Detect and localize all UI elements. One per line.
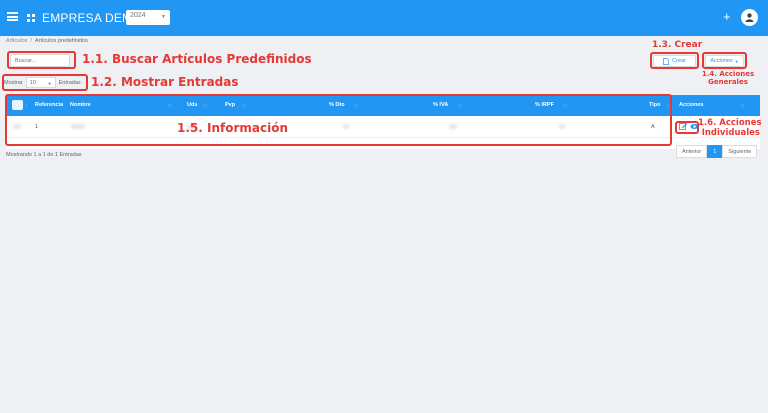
col-referencia[interactable]: Referencia: [35, 102, 63, 108]
chevron-down-icon: ▼: [47, 81, 52, 86]
user-icon: [745, 13, 754, 22]
breadcrumb-root[interactable]: Artículos: [6, 38, 27, 44]
annotation-row-actions-line2: Individuales: [701, 128, 760, 138]
next-page-button[interactable]: Siguiente: [722, 145, 758, 158]
table-header: ↑ Referencia Nombre ↑↓ Uds ↑↓ Pvp ↑↓ % D…: [7, 95, 760, 116]
breadcrumb-current: Artículos predefinidos: [34, 38, 88, 44]
chevron-down-icon: ▼: [734, 58, 739, 64]
sort-icon[interactable]: ↑: [25, 103, 28, 109]
entries-select[interactable]: 10 ▼: [25, 77, 56, 88]
sort-icon[interactable]: ↑↓: [203, 103, 208, 109]
col-acciones: Acciones: [679, 102, 704, 108]
annotation-info: 1.5. Información: [177, 121, 288, 135]
col-pvp[interactable]: Pvp: [225, 102, 235, 108]
col-dto[interactable]: % Dto: [329, 102, 345, 108]
row-checkbox[interactable]: [13, 124, 21, 129]
cell-iva-redacted: [449, 124, 457, 129]
col-iva[interactable]: % IVA: [433, 102, 448, 108]
actions-dropdown[interactable]: Acciones ▼: [705, 55, 744, 67]
edit-icon[interactable]: [679, 122, 688, 131]
annotation-row-actions: 1.6. Acciones Individuales: [698, 118, 762, 138]
avatar[interactable]: [741, 9, 758, 26]
entries-value: 10: [29, 80, 36, 86]
entries-suffix: Entradas: [58, 79, 81, 86]
sort-icon[interactable]: ↑↓: [457, 103, 462, 109]
cell-tipo: A: [651, 124, 655, 130]
cell-nombre-redacted: [71, 124, 85, 129]
apps-grid-icon[interactable]: [27, 14, 35, 22]
annotation-search: 1.1. Buscar Artículos Predefinidos: [82, 52, 312, 66]
document-icon: [663, 57, 669, 65]
sort-icon[interactable]: ↑↓: [167, 103, 172, 109]
top-bar: EMPRESA DEMO1 2024 ▼ +: [0, 0, 768, 36]
annotation-actions: 1.4. Acciones Generales: [700, 70, 756, 86]
cell-irpf-redacted: [559, 124, 565, 129]
create-label: Crear: [672, 58, 686, 64]
col-irpf[interactable]: % IRPF: [535, 102, 554, 108]
add-icon[interactable]: +: [723, 9, 731, 24]
sort-icon[interactable]: ↑↓: [241, 103, 246, 109]
sort-icon[interactable]: ↑↓: [353, 103, 358, 109]
sort-icon[interactable]: ↑↓: [740, 103, 745, 109]
year-value: 2024: [130, 12, 146, 19]
col-tipo[interactable]: Tipo: [649, 102, 661, 108]
sort-icon[interactable]: ↑↓: [563, 103, 568, 109]
annotation-entries: 1.2. Mostrar Entradas: [91, 75, 239, 89]
annotation-actions-line2: Generales: [708, 78, 748, 86]
show-label: Mostrar: [4, 79, 23, 86]
hamburger-menu-icon[interactable]: [7, 12, 18, 21]
cell-referencia: 1: [35, 124, 39, 130]
pagination: Anterior 1 Siguiente: [676, 145, 758, 158]
create-button[interactable]: Crear: [653, 55, 696, 67]
annotation-row-actions-line1: 1.6. Acciones: [698, 118, 762, 128]
col-uds[interactable]: Uds: [187, 102, 197, 108]
annotation-create: 1.3. Crear: [652, 40, 703, 50]
year-select[interactable]: 2024 ▼: [126, 10, 170, 25]
sort-icon[interactable]: ↑↓: [667, 103, 672, 109]
select-all-checkbox[interactable]: [12, 100, 23, 110]
search-input[interactable]: [10, 54, 70, 67]
cell-dto-redacted: [343, 124, 349, 129]
prev-page-button[interactable]: Anterior: [676, 145, 708, 158]
table-info: Mostrando 1 a 1 de 1 Entradas: [6, 152, 82, 158]
actions-label: Acciones: [710, 58, 733, 64]
articles-table: ↑ Referencia Nombre ↑↓ Uds ↑↓ Pvp ↑↓ % D…: [7, 95, 760, 149]
page-1-button[interactable]: 1: [707, 145, 723, 158]
col-nombre[interactable]: Nombre: [70, 102, 91, 108]
show-entries: Mostrar 10 ▼ Entradas: [4, 77, 81, 88]
breadcrumb-separator: /: [30, 38, 32, 44]
chevron-down-icon: ▼: [161, 14, 166, 20]
annotation-actions-line1: 1.4. Acciones: [701, 70, 755, 78]
table-row[interactable]: 1 A: [7, 116, 760, 138]
breadcrumb: Artículos / Artículos predefinidos: [6, 38, 88, 44]
